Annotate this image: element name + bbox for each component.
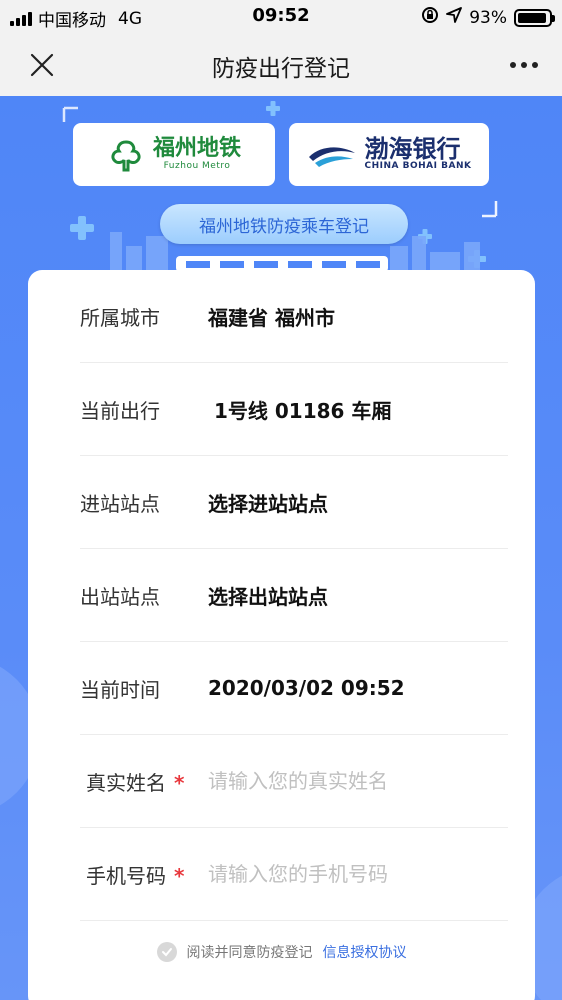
row-entry-station[interactable]: 进站站点 选择进站站点 <box>80 456 508 549</box>
row-exit-station[interactable]: 出站站点 选择出站站点 <box>80 549 508 642</box>
entry-station-select[interactable]: 选择进站站点 <box>208 488 328 517</box>
required-star: * <box>174 770 185 795</box>
metro-logo-cn: 福州地铁 <box>152 136 241 161</box>
required-star: * <box>174 863 185 888</box>
row-current-time: 当前时间 2020/03/02 09:52 <box>80 642 508 735</box>
more-button[interactable] <box>504 52 544 78</box>
location-arrow-icon <box>446 7 463 28</box>
check-icon <box>161 948 172 957</box>
entry-station-label: 进站站点 <box>80 491 160 516</box>
phone-input[interactable] <box>208 862 468 886</box>
metro-logo-en: Fuzhou Metro <box>163 161 231 171</box>
current-trip-value: 1号线 01186 车厢 <box>214 398 392 423</box>
more-icon <box>510 62 516 68</box>
battery-icon <box>514 8 555 27</box>
bank-logo-en: CHINA BOHAI BANK <box>364 161 472 171</box>
battery-percent: 93% <box>469 7 507 28</box>
fuzhou-metro-logo: 福州地铁 Fuzhou Metro <box>73 123 275 186</box>
bank-wave-icon <box>308 146 355 167</box>
current-time-value: 2020/03/02 09:52 <box>208 676 405 700</box>
rotation-lock-icon <box>421 6 439 29</box>
status-icons: 93% <box>421 6 555 29</box>
row-current-trip: 当前出行 1号线 01186 车厢 <box>80 363 508 456</box>
agreement-text: 阅读并同意防疫登记 <box>186 945 313 961</box>
city-label: 所属城市 <box>80 305 160 330</box>
real-name-label: 真实姓名 <box>86 770 166 795</box>
agreement-link[interactable]: 信息授权协议 <box>323 942 407 962</box>
battery-fill <box>518 12 546 23</box>
registration-title-pill: 福州地铁防疫乘车登记 <box>160 204 408 244</box>
current-trip-label: 当前出行 <box>80 398 160 423</box>
agreement-row: 阅读并同意防疫登记 信息授权协议 <box>28 942 535 962</box>
exit-station-select[interactable]: 选择出站站点 <box>208 581 328 610</box>
status-bar: 中国移动 4G 09:52 93% <box>0 0 562 34</box>
row-phone: 手机号码 * <box>80 828 508 921</box>
real-name-label-wrap: 真实姓名 * <box>80 767 208 796</box>
bohai-bank-logo: 渤海银行 CHINA BOHAI BANK <box>289 123 489 186</box>
metro-tree-icon <box>111 139 141 171</box>
nav-bar: 防疫出行登记 <box>0 34 562 96</box>
current-time-label: 当前时间 <box>80 677 160 702</box>
real-name-input[interactable] <box>208 769 468 793</box>
phone-label-wrap: 手机号码 * <box>80 860 208 889</box>
exit-station-label: 出站站点 <box>80 584 160 609</box>
row-city: 所属城市 福建省 福州市 <box>80 270 508 363</box>
page-title: 防疫出行登记 <box>212 56 350 82</box>
city-value: 福建省 福州市 <box>208 305 335 330</box>
agreement-checkbox[interactable] <box>156 942 177 962</box>
row-real-name: 真实姓名 * <box>80 735 508 828</box>
registration-form-card: 所属城市 福建省 福州市 当前出行 1号线 01186 车厢 进站站点 选择进站… <box>28 270 535 1000</box>
bank-logo-cn: 渤海银行 <box>364 135 461 163</box>
phone-label: 手机号码 <box>86 863 166 888</box>
